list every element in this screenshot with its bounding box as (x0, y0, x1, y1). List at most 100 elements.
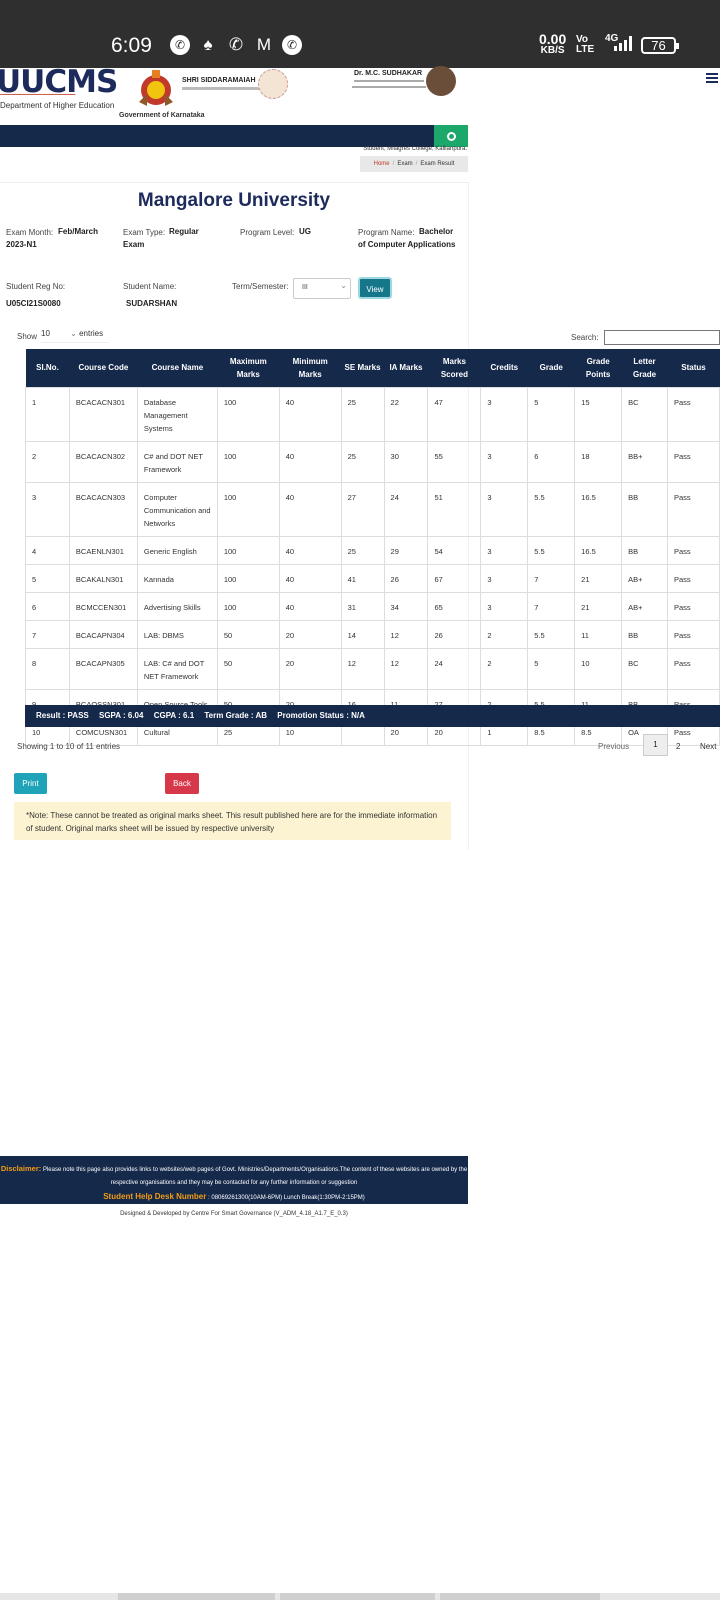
column-header[interactable]: Grade Points (574, 349, 622, 387)
table-body: 1 BCACACN301 Database Management Systems 10… (25, 386, 720, 746)
table-cell: 21 (574, 591, 623, 621)
search-input[interactable] (604, 330, 720, 345)
column-header[interactable]: Sl.No. (25, 349, 70, 387)
column-header[interactable]: Course Name (137, 349, 218, 387)
table-cell: 100 (216, 591, 280, 621)
table-cell: 4 (25, 535, 70, 565)
view-button[interactable]: View (358, 277, 392, 299)
battery-icon: 76 (641, 37, 679, 54)
column-header[interactable]: SE Marks (341, 349, 385, 387)
net-speed: 0.00 KB/S (539, 32, 566, 57)
column-header[interactable]: Status (667, 349, 720, 387)
table-cell: 5 (527, 386, 576, 442)
table-cell: 29 (383, 535, 429, 565)
table-cell: 3 (480, 440, 529, 483)
table-cell: 54 (427, 535, 482, 565)
breadcrumb-separator: / (392, 161, 395, 167)
results-table: Sl.No. Course Code Course Name Maximum Mark… (25, 349, 720, 746)
column-header[interactable]: Marks Scored (427, 349, 481, 387)
table-cell: 8 (25, 647, 70, 690)
table-cell: C# and DOT NET Framework (136, 440, 218, 483)
menu-icon[interactable] (706, 73, 718, 83)
user-profile-button[interactable] (434, 125, 468, 147)
nav-bar (0, 125, 468, 147)
table-cell: 100 (216, 535, 280, 565)
university-title: Mangalore University (137, 190, 331, 211)
table-cell: 3 (480, 591, 529, 621)
table-cell: 100 (216, 386, 280, 442)
snapchat-icon: ♠ (203, 35, 213, 54)
back-button[interactable]: Back (165, 773, 199, 794)
table-cell: 3 (480, 386, 529, 442)
gesture-bar (0, 1593, 720, 1600)
table-cell: 100 (216, 440, 280, 483)
table-cell: 20 (278, 647, 342, 690)
breadcrumb-home[interactable]: Home (374, 161, 390, 167)
column-header[interactable]: Credits (480, 349, 528, 387)
table-cell: 2 (480, 647, 529, 690)
table-cell: Pass (666, 563, 720, 593)
breadcrumb-exam-result: Exam Result (420, 161, 455, 167)
minister-subtitle-2 (352, 86, 426, 88)
table-cell: 25 (340, 440, 385, 483)
table-cell: 16.5 (574, 535, 623, 565)
table-cell: Pass (666, 386, 720, 442)
print-button[interactable]: Print (14, 773, 47, 794)
table-cell: BB+ (621, 440, 668, 483)
table-cell: LAB: DBMS (136, 619, 218, 649)
table-cell: Generic English (136, 535, 218, 565)
table-cell: Computer Communication and Networks (136, 481, 218, 537)
entries-select[interactable]: 10 ⌄ entries (41, 329, 109, 343)
table-row: 1 BCACACN301 Database Management Systems 10… (25, 386, 720, 442)
status-time: 6:09 (111, 34, 152, 57)
table-cell: Pass (666, 535, 720, 565)
table-row: 2 BCACACN302 C# and DOT NET Framework 100 40… (25, 440, 720, 483)
status-bar: 6:09 ✆ ♠ ✆ M ✆ 0.00 KB/S Vo LTE 4G 76 (0, 0, 720, 68)
table-cell: 3 (480, 535, 529, 565)
term-label: Term/Semester: (232, 282, 289, 291)
table-cell: BB (621, 481, 668, 537)
whatsapp-icon: ✆ (170, 35, 190, 55)
table-cell: 2 (25, 440, 70, 483)
table-cell: 40 (278, 481, 342, 537)
column-header[interactable]: IA Marks (384, 349, 428, 387)
notification-icons: ✆ ♠ ✆ M ✆ (170, 35, 302, 55)
table-cell: AB+ (621, 591, 668, 621)
table-cell: 5.5 (527, 535, 576, 565)
entries-value: 10 (41, 329, 50, 338)
result-cgpa: CGPA : 6.1 (153, 711, 195, 720)
exam-type-value: Regular Exam (123, 227, 199, 249)
program-level-label: Program Level: (240, 228, 295, 237)
pagination-page-2[interactable]: 2 (676, 742, 680, 751)
column-header[interactable]: Maximum Marks (217, 349, 280, 387)
term-select[interactable]: III (293, 278, 351, 299)
table-cell: 2 (480, 619, 529, 649)
table-cell: 11 (574, 619, 623, 649)
column-header[interactable]: Letter Grade (621, 349, 668, 387)
help-desk-number[interactable]: : 08069261300(10AM-6PM) Lunch Break(1:30… (208, 1195, 365, 1201)
table-cell: 12 (383, 619, 429, 649)
table-cell: 12 (340, 647, 385, 690)
result-term-grade: Term Grade : AB (204, 711, 268, 720)
column-header[interactable]: Minimum Marks (279, 349, 342, 387)
table-cell: BCACACN301 (68, 386, 138, 442)
table-row: 6 BCMCCEN301 Advertising Skills 100 40 31 34 65… (25, 591, 720, 621)
breadcrumb-exam[interactable]: Exam (397, 161, 412, 167)
column-header[interactable]: Grade (527, 349, 575, 387)
table-cell: 24 (427, 647, 482, 690)
table-cell: 40 (278, 591, 342, 621)
pagination-previous[interactable]: Previous (598, 742, 629, 751)
table-cell: 6 (527, 440, 576, 483)
result-status: Result : PASS (36, 711, 89, 720)
table-row: 8 BCACAPN305 LAB: C# and DOT NET Framework… (25, 647, 720, 690)
table-cell: AB+ (621, 563, 668, 593)
table-cell: 25 (340, 535, 385, 565)
program-name-value: Bachelor of Computer Applications (358, 227, 456, 249)
minister-photo (426, 66, 456, 96)
pagination-page-1[interactable]: 1 (643, 734, 668, 756)
column-header[interactable]: Course Code (69, 349, 138, 387)
pagination-next[interactable]: Next (700, 742, 716, 751)
government-label: Government of Karnataka (119, 112, 205, 119)
missed-call-icon: ✆ (228, 35, 244, 54)
disclaimer-note: *Note: These cannot be treated as origin… (14, 802, 451, 840)
